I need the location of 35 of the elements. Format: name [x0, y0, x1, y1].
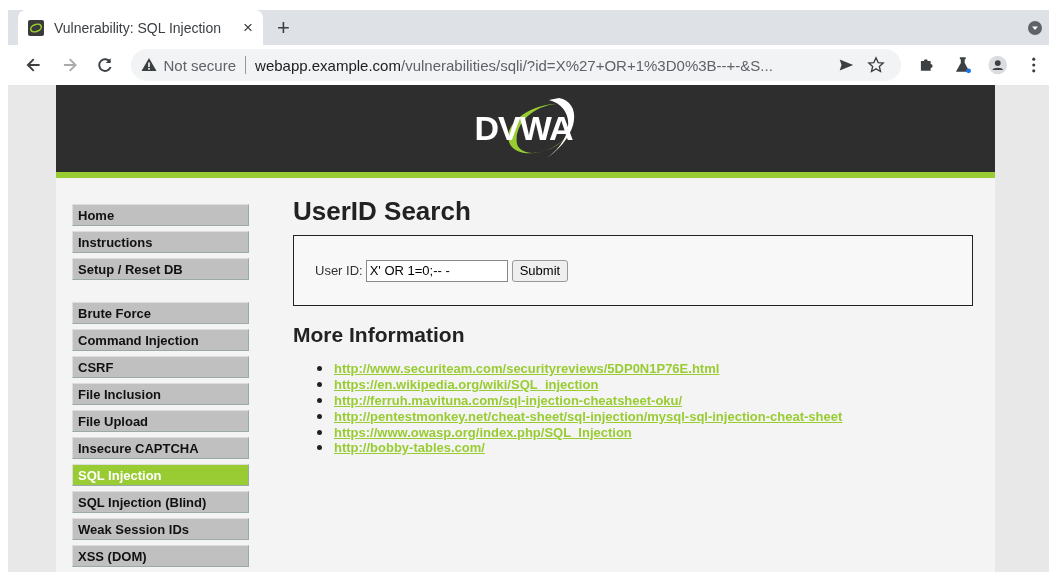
field-label: User ID:	[315, 263, 363, 278]
section-heading: More Information	[293, 323, 466, 347]
menu-item[interactable]: Weak Session IDs	[72, 518, 249, 540]
new-tab-button[interactable]: +	[277, 14, 290, 41]
bullet-icon	[317, 445, 322, 451]
menu-item[interactable]: Brute Force	[72, 302, 249, 324]
bullet-icon	[317, 429, 322, 435]
star-icon[interactable]	[867, 56, 886, 74]
tab-close-button[interactable]: ×	[243, 17, 253, 38]
menu-item[interactable]: SQL Injection (Blind)	[72, 491, 249, 513]
profile-icon[interactable]	[988, 55, 1008, 75]
menu-item[interactable]: Home	[72, 204, 249, 226]
menu-item[interactable]: File Upload	[72, 410, 249, 432]
url-text: webapp.example.com/vulnerabilities/sqli/?id=X%27+OR+1%3D0%3B--+-&S...	[255, 56, 773, 74]
submit-button[interactable]: Submit	[511, 259, 569, 282]
bullet-icon	[317, 413, 322, 419]
menu-item[interactable]: XSS (DOM)	[72, 545, 249, 567]
input-field[interactable]: X' OR 1=0;-- -	[365, 259, 508, 282]
menu-item[interactable]: Command Injection	[72, 329, 249, 351]
bullet-icon	[317, 398, 322, 403]
menu-item[interactable]: Instructions	[72, 231, 249, 253]
tab-title: Vulnerability: SQL Injection	[54, 19, 223, 36]
warning-icon	[140, 57, 157, 73]
menu-item[interactable]: Insecure CAPTCHA	[72, 437, 249, 459]
favicon-icon	[28, 19, 44, 36]
bullet-icon	[317, 366, 322, 372]
page-title: UserID Search	[293, 196, 472, 228]
menu-item[interactable]: CSRF	[72, 356, 249, 378]
address-bar[interactable]: Not secure webapp.example.com/vulnerabilities/sqli/?id=X%27+OR+1%3D0%3B--+-&S...	[130, 49, 902, 81]
dropdown-icon[interactable]	[1027, 19, 1043, 36]
menu-item[interactable]: File Inclusion	[72, 383, 249, 405]
security-label: Not secure	[163, 56, 237, 74]
bullet-icon	[317, 382, 322, 388]
browser-tab[interactable]: Vulnerability: SQL Injection ×	[18, 10, 263, 45]
menu-item[interactable]: Setup / Reset DB	[72, 258, 249, 280]
